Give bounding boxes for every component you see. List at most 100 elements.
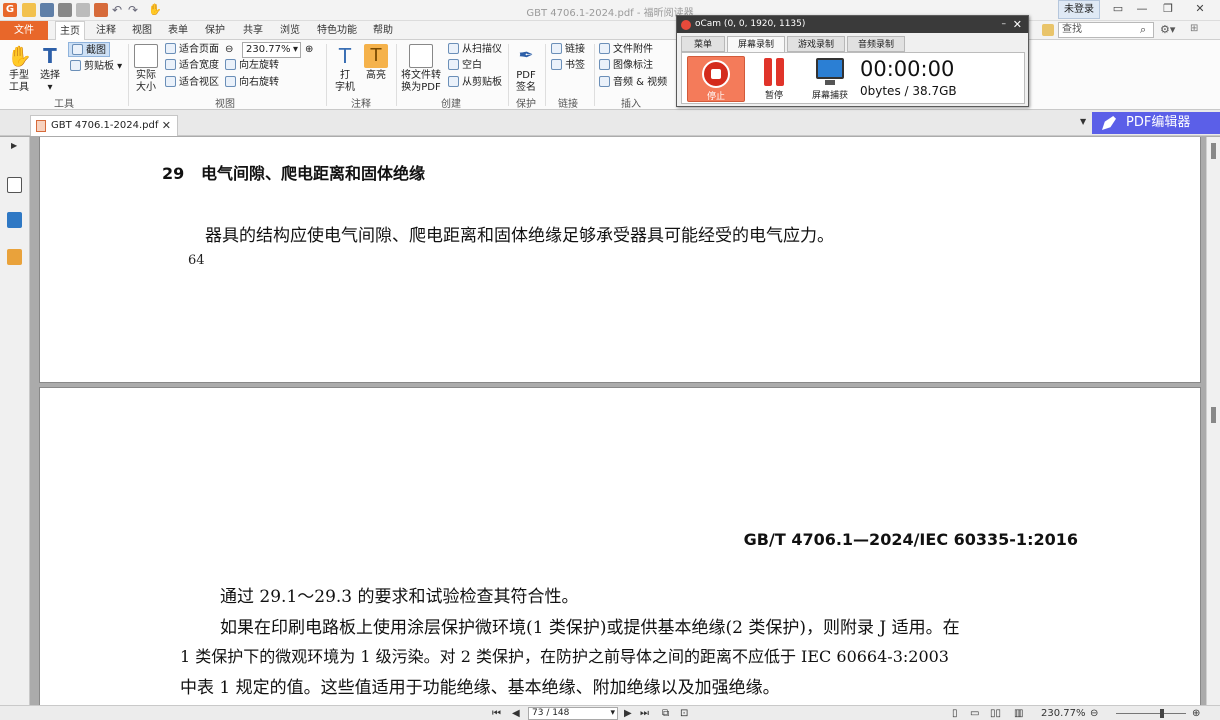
link-button[interactable]: 链接 — [551, 42, 585, 57]
close-window-button[interactable]: ✕ — [1190, 1, 1210, 17]
fit-view-button[interactable]: 适合视区 — [165, 75, 219, 90]
group-label-view: 视图 — [215, 99, 235, 110]
minimize-button[interactable]: — — [1132, 1, 1152, 17]
ocam-window: oCam (0, 0, 1920, 1135) – ✕ 菜单 屏幕录制 游戏录制… — [676, 15, 1029, 107]
tab-features[interactable]: 特色功能 — [313, 21, 361, 40]
tab-protect[interactable]: 保护 — [201, 21, 229, 40]
ribbon-options-icon[interactable]: ⊞ — [1190, 23, 1198, 34]
zoom-level[interactable]: 230.77% — [1041, 706, 1086, 720]
rotate-left-button[interactable]: 向左旋转 — [225, 58, 279, 73]
maximize-button[interactable]: ❐ — [1158, 1, 1178, 17]
from-clipboard-button[interactable]: 从剪贴板 — [448, 75, 502, 90]
fit-icon[interactable]: ⊡ — [680, 706, 688, 720]
zoom-out-icon[interactable]: ⊖ — [1090, 706, 1098, 720]
select-text-icon: T — [43, 44, 57, 68]
scrollbar-thumb-secondary[interactable] — [1211, 407, 1216, 423]
zoom-slider-track[interactable] — [1116, 713, 1186, 714]
page-number-input[interactable]: 73 / 148 ▾ — [528, 707, 618, 720]
copy-page-icon[interactable]: ⧉ — [662, 706, 669, 720]
vertical-scrollbar[interactable] — [1206, 137, 1220, 705]
separator — [128, 44, 129, 106]
highlight-button[interactable]: T 高亮 — [362, 44, 390, 82]
zoom-out-icon[interactable]: ⊖ — [225, 42, 233, 57]
window-title: GBT 4706.1-2024.pdf - 福昕阅读器 — [526, 8, 694, 19]
comments-panel-icon[interactable] — [7, 249, 22, 265]
expand-panel-icon[interactable]: ▶ — [11, 141, 17, 150]
fit-width-button[interactable]: 适合宽度 — [165, 58, 219, 73]
stop-icon — [702, 60, 730, 88]
settings-icon[interactable]: ⚙▾ — [1160, 23, 1175, 36]
document-tab[interactable]: GBT 4706.1-2024.pdf ✕ — [30, 115, 178, 136]
zoom-in-icon[interactable]: ⊕ — [1192, 706, 1200, 720]
bookmark-button[interactable]: 书签 — [551, 58, 585, 73]
tab-browse[interactable]: 浏览 — [276, 21, 304, 40]
file-menu[interactable]: 文件 — [0, 21, 48, 40]
ribbon-toggle-icon[interactable]: ▭ — [1108, 1, 1128, 17]
hand-tool-button[interactable]: ✋ 手型 工具 — [4, 44, 34, 94]
image-annotation-button[interactable]: 图像标注 — [599, 58, 653, 73]
tab-list-chevron-icon[interactable]: ▼ — [1080, 117, 1086, 126]
pdf-editor-button[interactable]: PDF编辑器 — [1092, 112, 1220, 134]
ocam-stop-button[interactable]: 停止 — [687, 56, 745, 102]
fit-view-icon — [165, 76, 176, 87]
search-icon[interactable]: ⌕ — [1140, 23, 1146, 37]
file-attachment-button[interactable]: 文件附件 — [599, 42, 653, 57]
group-label-protect: 保护 — [516, 99, 536, 110]
ocam-tab-game-record[interactable]: 游戏录制 — [787, 36, 845, 52]
section-heading: 29 电气间隙、爬电距离和固体绝缘 — [162, 164, 425, 183]
ocam-tab-screen-record[interactable]: 屏幕录制 — [727, 36, 785, 52]
continuous-view-icon[interactable]: ▭ — [970, 706, 979, 720]
zoom-select[interactable]: 230.77% ▾ — [242, 42, 301, 58]
screenshot-button[interactable]: 截图 — [68, 42, 110, 57]
attachment-icon — [599, 43, 610, 54]
zoom-in-icon[interactable]: ⊕ — [305, 42, 313, 57]
ribbon: ✋ 手型 工具 T 选择 ▾ 截图 剪贴板 ▾ 工具 实际 大小 适合页面 适合宽… — [0, 40, 1220, 110]
ocam-minimize-button[interactable]: – — [1002, 16, 1007, 33]
pdf-sign-button[interactable]: ✒ PDF 签名 — [512, 44, 540, 94]
typewriter-button[interactable]: T 打 字机 — [332, 44, 358, 94]
two-page-continuous-icon[interactable]: ▥ — [1014, 706, 1023, 720]
tab-share[interactable]: 共享 — [239, 21, 267, 40]
pages-panel-icon[interactable] — [7, 177, 22, 193]
convert-to-pdf-button[interactable]: 将文件转 换为PDF — [400, 44, 442, 94]
zoom-slider-thumb[interactable] — [1160, 709, 1164, 718]
single-page-view-icon[interactable]: ▯ — [952, 706, 958, 720]
tab-form[interactable]: 表单 — [164, 21, 192, 40]
select-tool-button[interactable]: T 选择 ▾ — [36, 44, 64, 94]
ocam-close-button[interactable]: ✕ — [1013, 16, 1022, 33]
ocam-capture-button[interactable]: 屏幕捕获 — [804, 56, 856, 101]
next-page-icon[interactable]: ▶ — [624, 706, 632, 720]
ocam-tab-menu[interactable]: 菜单 — [681, 36, 725, 52]
audio-video-button[interactable]: 音频 & 视频 — [599, 75, 667, 90]
tab-comment[interactable]: 注释 — [92, 21, 120, 40]
ocam-pause-button[interactable]: 暂停 — [748, 56, 800, 101]
login-button[interactable]: 未登录 — [1058, 0, 1100, 19]
separator — [326, 44, 327, 106]
folder-icon[interactable] — [1042, 24, 1054, 36]
ocam-tab-audio-record[interactable]: 音频录制 — [847, 36, 905, 52]
blank-pdf-button[interactable]: 空白 — [448, 58, 482, 73]
convert-icon — [409, 44, 433, 68]
ocam-controls: 停止 暂停 屏幕捕获 00:00:00 0bytes / 38.7GB — [681, 52, 1025, 104]
tab-view[interactable]: 视图 — [128, 21, 156, 40]
blank-page-icon — [448, 59, 459, 70]
from-scanner-button[interactable]: 从扫描仪 — [448, 42, 502, 57]
rotate-right-button[interactable]: 向右旋转 — [225, 75, 279, 90]
group-label-annotate: 注释 — [351, 99, 371, 110]
close-tab-icon[interactable]: ✕ — [162, 116, 171, 135]
ocam-title-bar[interactable]: oCam (0, 0, 1920, 1135) – ✕ — [677, 16, 1028, 33]
first-page-icon[interactable]: ⏮ — [492, 706, 501, 720]
tab-home[interactable]: 主页 — [55, 21, 85, 41]
two-page-view-icon[interactable]: ▯▯ — [990, 706, 1001, 720]
fit-page-button[interactable]: 适合页面 — [165, 42, 219, 57]
tab-help[interactable]: 帮助 — [369, 21, 397, 40]
ocam-timer: 00:00:00 — [860, 57, 955, 81]
previous-page-icon[interactable]: ◀ — [512, 706, 520, 720]
ocam-tabs: 菜单 屏幕录制 游戏录制 音频录制 — [681, 36, 1025, 52]
actual-size-button[interactable]: 实际 大小 — [133, 44, 159, 94]
scrollbar-thumb[interactable] — [1211, 143, 1216, 159]
last-page-icon[interactable]: ⏭ — [640, 706, 649, 720]
layers-panel-icon[interactable] — [7, 212, 22, 228]
separator — [396, 44, 397, 106]
clipboard-button[interactable]: 剪贴板 ▾ — [70, 59, 122, 74]
